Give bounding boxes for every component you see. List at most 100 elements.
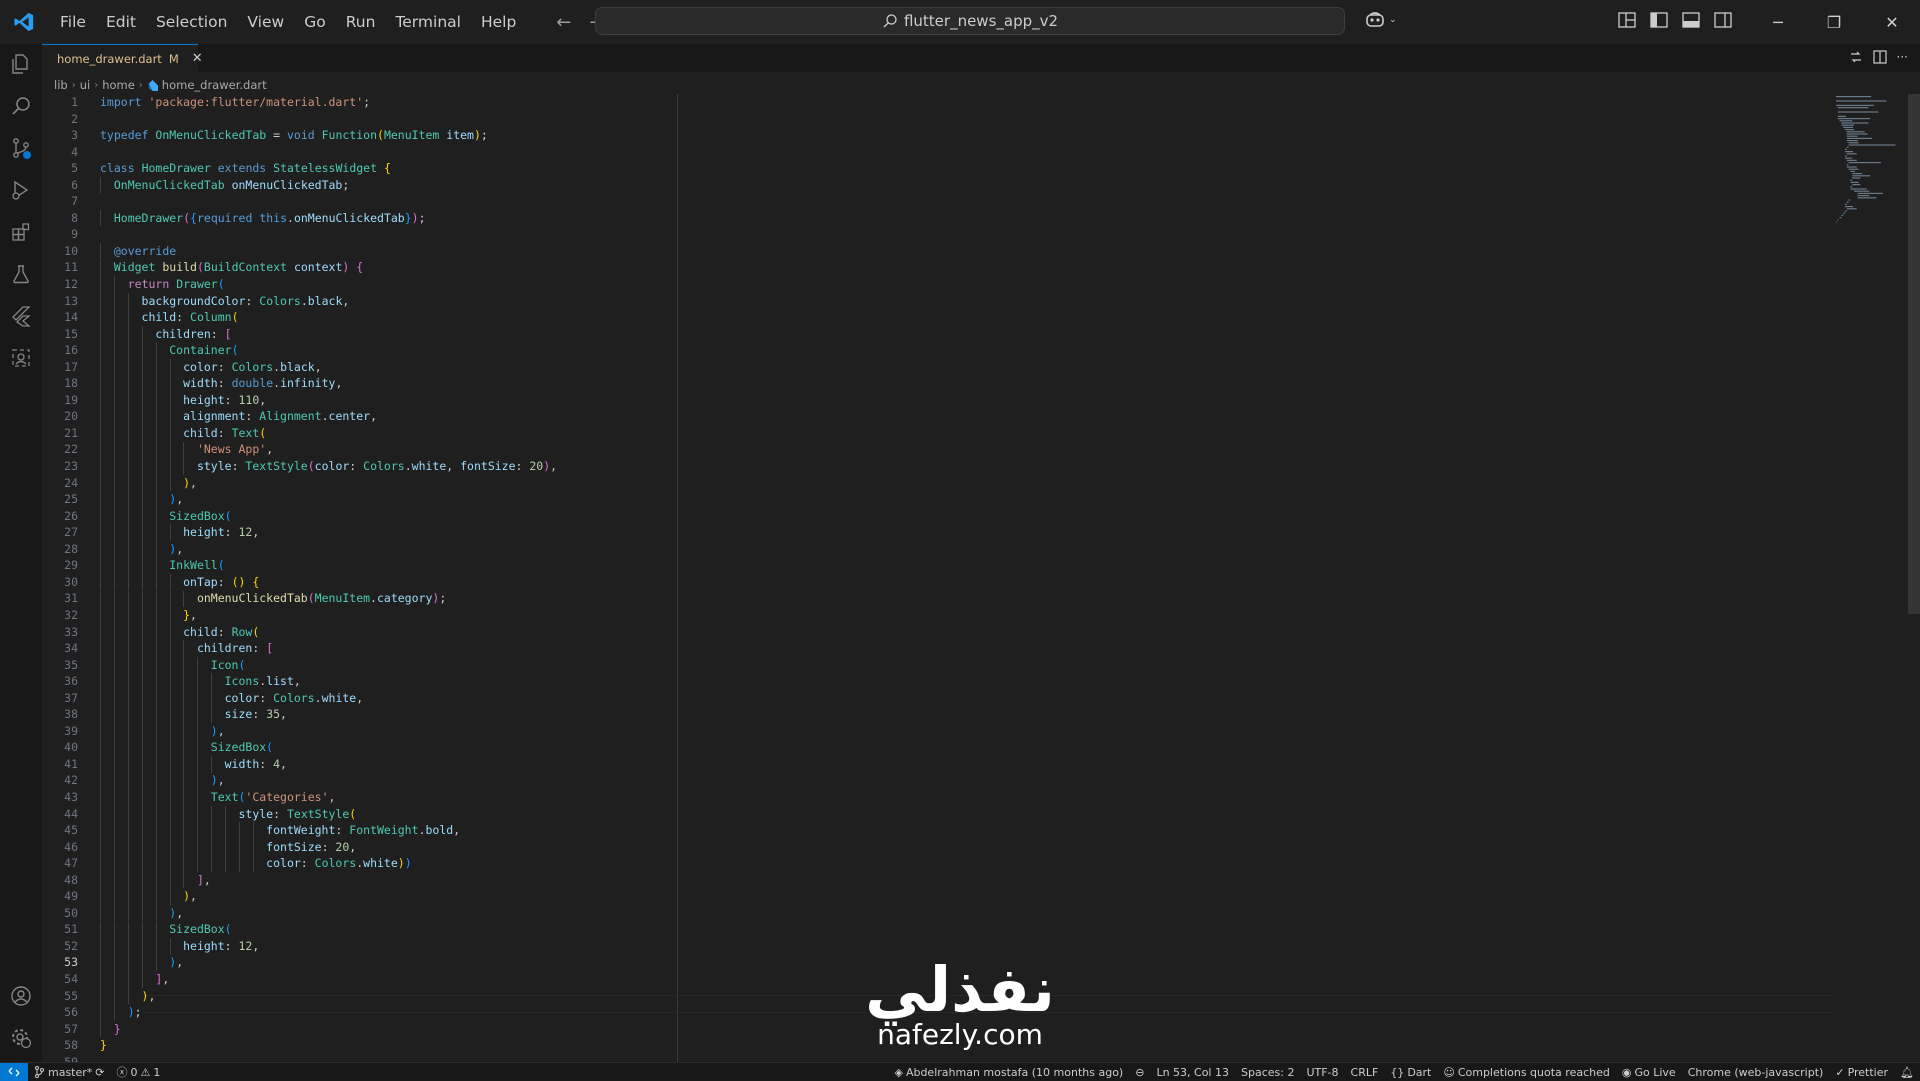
breadcrumb-file[interactable]: home_drawer.dart (162, 78, 267, 92)
code-line[interactable]: 43 Text('Categories', (42, 789, 1802, 806)
code-line[interactable]: 45 fontWeight: FontWeight.bold, (42, 822, 1802, 839)
code-line[interactable]: 17 color: Colors.black, (42, 359, 1802, 376)
customize-layout-icon[interactable] (1618, 12, 1636, 28)
menu-help[interactable]: Help (471, 0, 526, 44)
toggle-panel-icon[interactable] (1682, 12, 1700, 28)
device-status[interactable]: Chrome (web-javascript) (1682, 1066, 1830, 1079)
code-line[interactable]: 7 (42, 193, 1802, 210)
menu-run[interactable]: Run (336, 0, 386, 44)
editor-scrollbar[interactable] (1908, 94, 1920, 614)
code-line[interactable]: 37 color: Colors.white, (42, 690, 1802, 707)
code-line[interactable]: 26 SizedBox( (42, 508, 1802, 525)
breadcrumb-lib[interactable]: lib (54, 78, 68, 92)
code-line[interactable]: 42 ), (42, 772, 1802, 789)
run-debug-icon[interactable] (0, 170, 42, 210)
code-line[interactable]: 49 ), (42, 888, 1802, 905)
code-line[interactable]: 24 ), (42, 475, 1802, 492)
flutter-icon[interactable] (0, 296, 42, 336)
menu-view[interactable]: View (237, 0, 294, 44)
code-line[interactable]: 16 Container( (42, 342, 1802, 359)
git-blame-status[interactable]: ◈ Abdelrahman mostafa (10 months ago) (888, 1066, 1129, 1079)
code-line[interactable]: 19 height: 110, (42, 392, 1802, 409)
code-line[interactable]: 3 typedef OnMenuClickedTab = void Functio… (42, 127, 1802, 144)
accounts-icon[interactable] (0, 976, 42, 1016)
remote-explorer-icon[interactable] (0, 338, 42, 378)
code-line[interactable]: 23 style: TextStyle(color: Colors.white,… (42, 458, 1802, 475)
manage-gear-icon[interactable] (0, 1018, 42, 1058)
explorer-icon[interactable] (0, 44, 42, 84)
close-window-icon[interactable]: ✕ (1864, 0, 1920, 44)
minimize-icon[interactable]: ─ (1750, 0, 1806, 44)
toggle-primary-sidebar-icon[interactable] (1650, 12, 1668, 28)
code-line[interactable]: 31 onMenuClickedTab(MenuItem.category); (42, 590, 1802, 607)
code-line[interactable]: 21 child: Text( (42, 425, 1802, 442)
zoom-status[interactable]: ⊖ (1129, 1066, 1150, 1079)
code-line[interactable]: 22 'News App', (42, 441, 1802, 458)
split-editor-icon[interactable] (1872, 50, 1887, 64)
testing-icon[interactable] (0, 254, 42, 294)
code-line[interactable]: 34 children: [ (42, 640, 1802, 657)
code-line[interactable]: 28 ), (42, 541, 1802, 558)
encoding-status[interactable]: UTF-8 (1300, 1066, 1344, 1079)
menu-file[interactable]: File (50, 0, 96, 44)
eol-status[interactable]: CRLF (1345, 1066, 1385, 1079)
code-line[interactable]: 6 OnMenuClickedTab onMenuClickedTab; (42, 177, 1802, 194)
back-arrow-icon[interactable]: ← (556, 12, 571, 33)
code-line[interactable]: 33 child: Row( (42, 624, 1802, 641)
menu-go[interactable]: Go (294, 0, 336, 44)
menu-selection[interactable]: Selection (146, 0, 237, 44)
code-line[interactable]: 47 color: Colors.white)) (42, 855, 1802, 872)
code-line[interactable]: 15 children: [ (42, 326, 1802, 343)
command-center-search[interactable]: flutter_news_app_v2 (595, 7, 1345, 35)
code-line[interactable]: 20 alignment: Alignment.center, (42, 408, 1802, 425)
toggle-secondary-sidebar-icon[interactable] (1714, 12, 1732, 28)
code-line[interactable]: 18 width: double.infinity, (42, 375, 1802, 392)
code-line[interactable]: 14 child: Column( (42, 309, 1802, 326)
code-line[interactable]: 40 SizedBox( (42, 739, 1802, 756)
code-line[interactable]: 36 Icons.list, (42, 673, 1802, 690)
copilot-status[interactable]: ☺ Completions quota reached (1437, 1066, 1616, 1079)
close-tab-icon[interactable]: ✕ (192, 51, 203, 66)
code-line[interactable]: 8 HomeDrawer({required this.onMenuClicke… (42, 210, 1802, 227)
code-line[interactable]: 25 ), (42, 491, 1802, 508)
code-line[interactable]: 38 size: 35, (42, 706, 1802, 723)
code-line[interactable]: 12 return Drawer( (42, 276, 1802, 293)
code-line[interactable]: 27 height: 12, (42, 524, 1802, 541)
extensions-icon[interactable] (0, 212, 42, 252)
more-actions-icon[interactable]: ··· (1897, 50, 1908, 64)
notifications-bell-icon[interactable]: 🔔︎ (1894, 1066, 1920, 1079)
tab-home-drawer[interactable]: home_drawer.dart M ✕ (42, 44, 203, 72)
code-line[interactable]: 44 style: TextStyle( (42, 806, 1802, 823)
problems-status[interactable]: ⓧ 0 ⚠ 1 (111, 1064, 167, 1080)
code-line[interactable]: 4 (42, 144, 1802, 161)
code-line[interactable]: 48 ], (42, 872, 1802, 889)
code-line[interactable]: 30 onTap: () { (42, 574, 1802, 591)
search-icon[interactable] (0, 86, 42, 126)
code-line[interactable]: 11 Widget build(BuildContext context) { (42, 259, 1802, 276)
open-changes-icon[interactable] (1849, 50, 1863, 64)
code-line[interactable]: 51 SizedBox( (42, 921, 1802, 938)
indentation-status[interactable]: Spaces: 2 (1235, 1066, 1300, 1079)
breadcrumb-ui[interactable]: ui (80, 78, 90, 92)
code-line[interactable]: 10 @override (42, 243, 1802, 260)
code-line[interactable]: 13 backgroundColor: Colors.black, (42, 293, 1802, 310)
code-line[interactable]: 52 height: 12, (42, 938, 1802, 955)
branch-status[interactable]: master* ⟳ (28, 1066, 111, 1079)
code-line[interactable]: 35 Icon( (42, 657, 1802, 674)
source-control-icon[interactable] (0, 128, 42, 168)
code-line[interactable]: 29 InkWell( (42, 557, 1802, 574)
prettier-status[interactable]: ✓ Prettier (1829, 1066, 1894, 1079)
menu-terminal[interactable]: Terminal (385, 0, 471, 44)
copilot-menu[interactable]: ⌄ (1365, 11, 1397, 29)
code-line[interactable]: 46 fontSize: 20, (42, 839, 1802, 856)
code-line[interactable]: 32 }, (42, 607, 1802, 624)
language-status[interactable]: {} Dart (1384, 1066, 1437, 1079)
code-line[interactable]: 39 ), (42, 723, 1802, 740)
code-line[interactable]: 41 width: 4, (42, 756, 1802, 773)
remote-indicator-icon[interactable] (0, 1063, 28, 1081)
code-line[interactable]: 5 class HomeDrawer extends StatelessWidge… (42, 160, 1802, 177)
cursor-position[interactable]: Ln 53, Col 13 (1150, 1066, 1235, 1079)
breadcrumb-home[interactable]: home (102, 78, 135, 92)
code-line[interactable]: 1 import 'package:flutter/material.dart'; (42, 94, 1802, 111)
restore-icon[interactable]: ❐ (1806, 0, 1862, 44)
